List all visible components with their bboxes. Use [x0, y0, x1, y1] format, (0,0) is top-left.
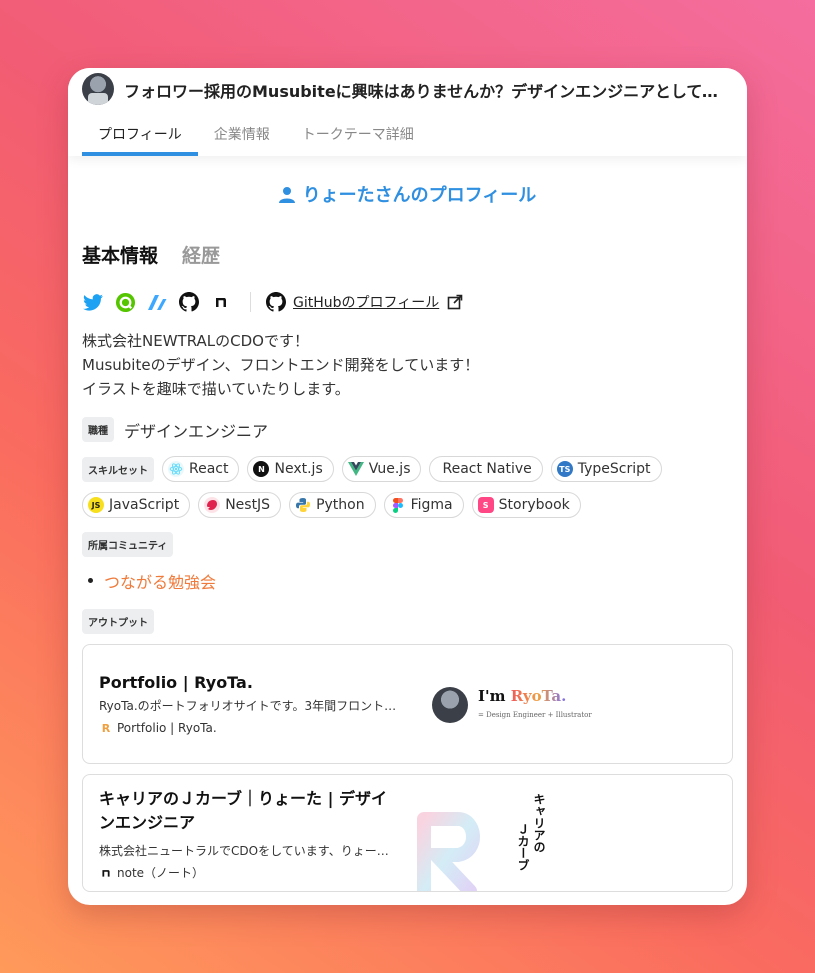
ryota-logo-icon: R — [101, 721, 111, 735]
tab-talk-theme[interactable]: トークテーマ詳細 — [286, 118, 430, 156]
community-link[interactable]: つながる勉強会 — [88, 569, 733, 593]
social-links: GitHubのプロフィール — [82, 291, 733, 313]
output-card-title: Portfolio | RyoTa. — [99, 673, 253, 692]
figma-icon — [390, 497, 406, 513]
output-card-thumbnail: I'm RyoTa. = Design Engineer + Illustrat… — [402, 645, 732, 763]
skill-chip: N Next.js — [247, 456, 334, 482]
output-card-desc: 株式会社ニュートラルでCDOをしています、りょーたです。 — [99, 844, 399, 858]
skill-name: TypeScript — [577, 461, 651, 477]
github-profile-link[interactable]: GitHubのプロフィール — [293, 292, 439, 312]
skill-name: React Native — [442, 461, 532, 477]
nextjs-icon: N — [253, 461, 270, 477]
skill-chip: TS TypeScript — [550, 456, 662, 482]
output-card-title: キャリアのＪカーブ｜りょーた | デザインエンジニア — [99, 789, 388, 832]
output-card-site-name: note（ノート） — [117, 866, 205, 880]
note-eyecatch-title-line: キャリアの — [532, 793, 546, 853]
section-tabs: 基本情報 経歴 — [82, 241, 733, 268]
output-card-site: R Portfolio | RyoTa. — [99, 721, 217, 735]
skill-name: Storybook — [498, 497, 570, 513]
talk-theme-card: フォロワー採用のMusubiteに興味はありませんか？デザインエンジニアとしてお… — [68, 68, 747, 905]
skill-chip: NestJS — [198, 492, 282, 518]
output-card-thumbnail: キャリアの Ｊカーブ — [402, 775, 732, 891]
skills-label: スキルセット — [82, 456, 154, 482]
skill-chip: JS JavaScript — [82, 492, 191, 518]
output-card-site: note（ノート） — [99, 864, 204, 881]
bio-line: イラストを趣味で描いていたりします。 — [82, 380, 350, 398]
portfolio-subtitle: = Design Engineer + Illustrator — [478, 711, 592, 719]
occupation-value: デザインエンジニア — [124, 421, 269, 441]
tab-profile[interactable]: プロフィール — [82, 118, 198, 156]
profile-heading: りょーたさんのプロフィール — [82, 181, 733, 207]
skill-chip: Vue.js — [341, 456, 422, 482]
tab-company[interactable]: 企業情報 — [198, 118, 286, 156]
external-link-icon[interactable] — [447, 294, 463, 310]
avatar[interactable] — [82, 73, 114, 105]
github-icon — [265, 291, 287, 313]
person-icon — [278, 187, 295, 203]
skill-name: React — [189, 461, 229, 477]
skill-name: Next.js — [274, 461, 323, 477]
community-label: 所属コミュニティ — [82, 532, 174, 557]
javascript-icon: JS — [88, 497, 104, 513]
skill-list: スキルセット React N Next.js Vue.js React Nativ… — [82, 456, 733, 518]
skill-chip: S Storybook — [471, 492, 581, 518]
skill-chip: Figma — [383, 492, 464, 518]
skill-name: Vue.js — [368, 461, 411, 477]
storybook-icon: S — [477, 497, 494, 513]
community-section: 所属コミュニティ つながる勉強会 — [82, 532, 733, 593]
header-tabs: プロフィール 企業情報 トークテーマ詳細 — [82, 118, 430, 156]
typescript-icon: TS — [556, 461, 573, 477]
note-eyecatch-graphic — [417, 812, 480, 891]
zenn-icon[interactable] — [146, 291, 168, 313]
note-eyecatch-title-line: Ｊカーブ — [516, 823, 530, 871]
portfolio-heading-name: RyoTa. — [510, 687, 567, 705]
bio-line: 株式会社NEWTRALのCDOです！ — [82, 332, 309, 350]
portfolio-avatar — [432, 687, 468, 723]
page-title: フォロワー採用のMusubiteに興味はありませんか？デザインエンジニアとしてお… — [124, 82, 724, 101]
portfolio-heading-prefix: I'm — [478, 687, 511, 705]
section-tab-basic[interactable]: 基本情報 — [82, 241, 158, 268]
bio: 株式会社NEWTRALのCDOです！ Musubiteのデザイン、フロントエンド… — [82, 329, 733, 401]
portfolio-heading: I'm RyoTa. — [478, 687, 566, 705]
github-icon[interactable] — [178, 291, 200, 313]
skill-name: JavaScript — [109, 497, 180, 513]
occupation-label: 職種 — [82, 417, 114, 442]
skill-chip: React Native — [429, 456, 543, 482]
output-section: アウトプット — [82, 609, 733, 634]
nestjs-icon — [204, 497, 221, 513]
skill-name: Figma — [410, 497, 453, 513]
section-tab-career[interactable]: 経歴 — [182, 241, 220, 268]
python-icon — [295, 497, 311, 513]
output-label: アウトプット — [82, 609, 154, 634]
output-card-site-name: Portfolio | RyoTa. — [117, 721, 217, 735]
skill-chip: Python — [289, 492, 376, 518]
profile-body: りょーたさんのプロフィール 基本情報 経歴 GitHubのプロフィール 株式会社… — [68, 181, 747, 892]
skill-name: Python — [316, 497, 365, 513]
skill-name: NestJS — [225, 497, 271, 513]
output-card-desc: RyoTa.のポートフォリオサイトです。3年間フロントエンドエンジニアとして — [99, 699, 399, 713]
note-icon — [99, 866, 113, 880]
react-icon — [168, 461, 184, 477]
qiita-icon[interactable] — [114, 291, 136, 313]
community-list: つながる勉強会 — [82, 569, 733, 593]
twitter-icon[interactable] — [82, 291, 104, 313]
vue-icon — [347, 461, 364, 477]
card-header: フォロワー採用のMusubiteに興味はありませんか？デザインエンジニアとしてお… — [68, 68, 747, 156]
output-card[interactable]: キャリアのＪカーブ｜りょーた | デザインエンジニア 株式会社ニュートラルでCD… — [82, 774, 733, 892]
bio-line: Musubiteのデザイン、フロントエンド開発をしています！ — [82, 356, 480, 374]
note-icon[interactable] — [210, 291, 232, 313]
links-divider — [250, 292, 251, 312]
profile-heading-text: りょーたさんのプロフィール — [302, 185, 537, 206]
output-card[interactable]: Portfolio | RyoTa. RyoTa.のポートフォリオサイトです。3… — [82, 644, 733, 764]
skill-chip: React — [162, 456, 240, 482]
occupation-row: 職種 デザインエンジニア — [82, 417, 733, 442]
